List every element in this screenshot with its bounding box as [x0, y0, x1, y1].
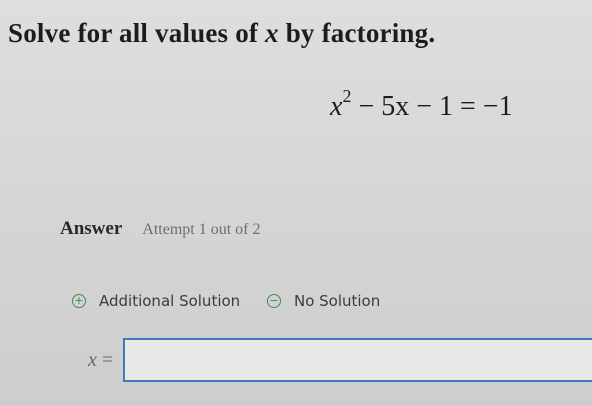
- answer-header: Answer Attempt 1 out of 2: [60, 218, 261, 240]
- plus-circle-icon: +: [72, 293, 86, 308]
- answer-input[interactable]: [123, 338, 592, 382]
- no-solution-button[interactable]: − No Solution: [266, 291, 381, 310]
- problem-page: Solve for all values of x by factoring. …: [0, 0, 592, 405]
- additional-solution-label: Additional Solution: [99, 291, 241, 310]
- question-text-before: Solve for all values of: [8, 18, 266, 48]
- attempt-counter: Attempt 1 out of 2: [142, 221, 261, 238]
- solution-options: + Additional Solution − No Solution: [72, 290, 402, 310]
- input-variable-label: x =: [88, 348, 114, 371]
- minus-circle-icon: −: [266, 293, 281, 308]
- answer-input-row: x =: [88, 338, 592, 382]
- no-solution-label: No Solution: [293, 291, 381, 310]
- equation-rest: − 5x − 1 = −1: [351, 91, 513, 122]
- answer-label: Answer: [60, 218, 123, 239]
- additional-solution-button[interactable]: + Additional Solution: [72, 292, 240, 310]
- equation: x2 − 5x − 1 = −1: [330, 86, 513, 123]
- equation-base: x: [330, 91, 343, 122]
- question-variable: x: [265, 18, 279, 48]
- question-text-after: by factoring.: [278, 18, 436, 48]
- question-text: Solve for all values of x by factoring.: [8, 18, 435, 49]
